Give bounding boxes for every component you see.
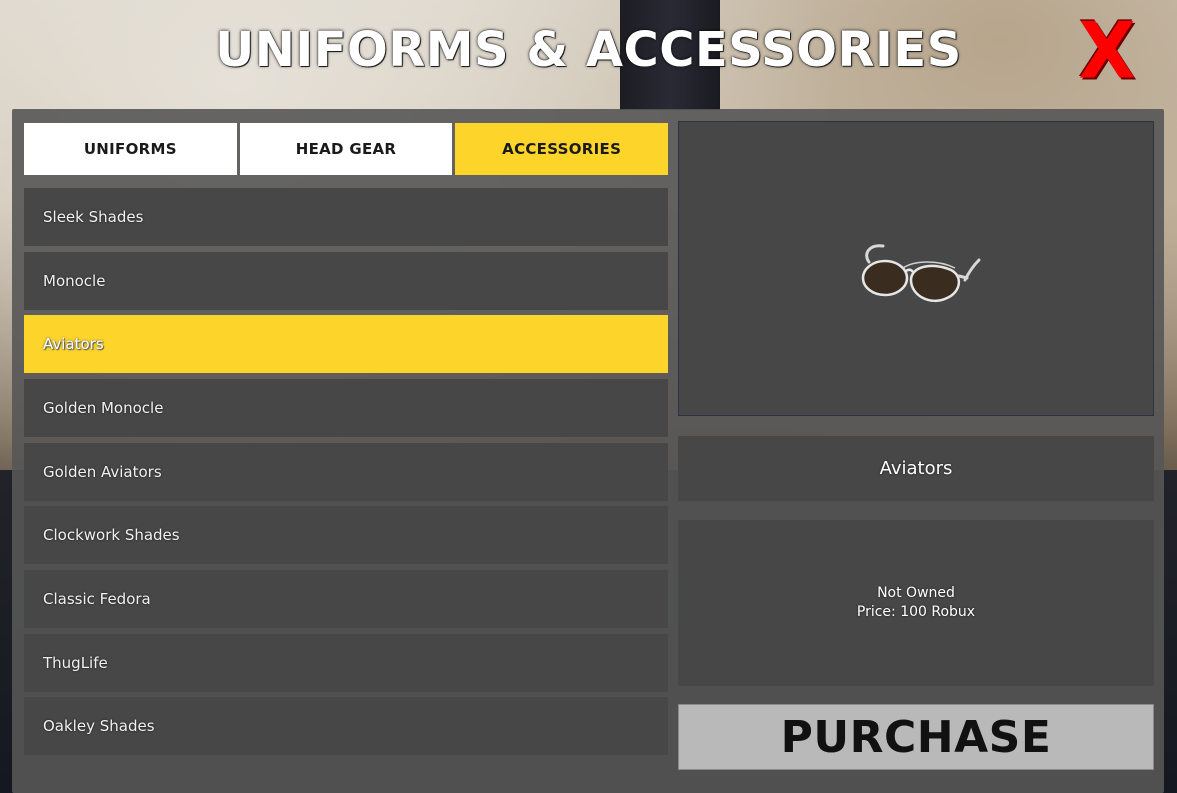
list-item-thuglife[interactable]: ThugLife (24, 634, 668, 692)
category-tabs: UNIFORMS HEAD GEAR ACCESSORIES (24, 123, 669, 175)
list-item-aviators[interactable]: Aviators (24, 315, 668, 373)
item-list[interactable]: Sleek Shades Monocle Aviators Golden Mon… (24, 188, 668, 762)
page-title: UNIFORMS & ACCESSORIES (215, 22, 962, 78)
tab-uniforms[interactable]: UNIFORMS (24, 123, 237, 175)
list-item-sleek-shades[interactable]: Sleek Shades (24, 188, 668, 246)
purchase-button[interactable]: PURCHASE (678, 704, 1154, 770)
list-item-golden-aviators[interactable]: Golden Aviators (24, 443, 668, 501)
list-item-classic-fedora[interactable]: Classic Fedora (24, 570, 668, 628)
list-item-monocle[interactable]: Monocle (24, 252, 668, 310)
tab-head-gear[interactable]: HEAD GEAR (239, 123, 453, 175)
tab-accessories[interactable]: ACCESSORIES (455, 123, 669, 175)
close-button[interactable]: X (1076, 12, 1138, 90)
item-preview (678, 121, 1154, 416)
list-item-oakley-shades[interactable]: Oakley Shades (24, 697, 668, 755)
list-item-clockwork-shades[interactable]: Clockwork Shades (24, 506, 668, 564)
list-item-golden-monocle[interactable]: Golden Monocle (24, 379, 668, 437)
item-name: Aviators (678, 436, 1154, 501)
item-info: Not Owned Price: 100 Robux (678, 520, 1154, 686)
ownership-status: Not Owned (877, 585, 955, 601)
item-price: Price: 100 Robux (856, 604, 976, 620)
aviator-sunglasses-icon (861, 244, 981, 303)
